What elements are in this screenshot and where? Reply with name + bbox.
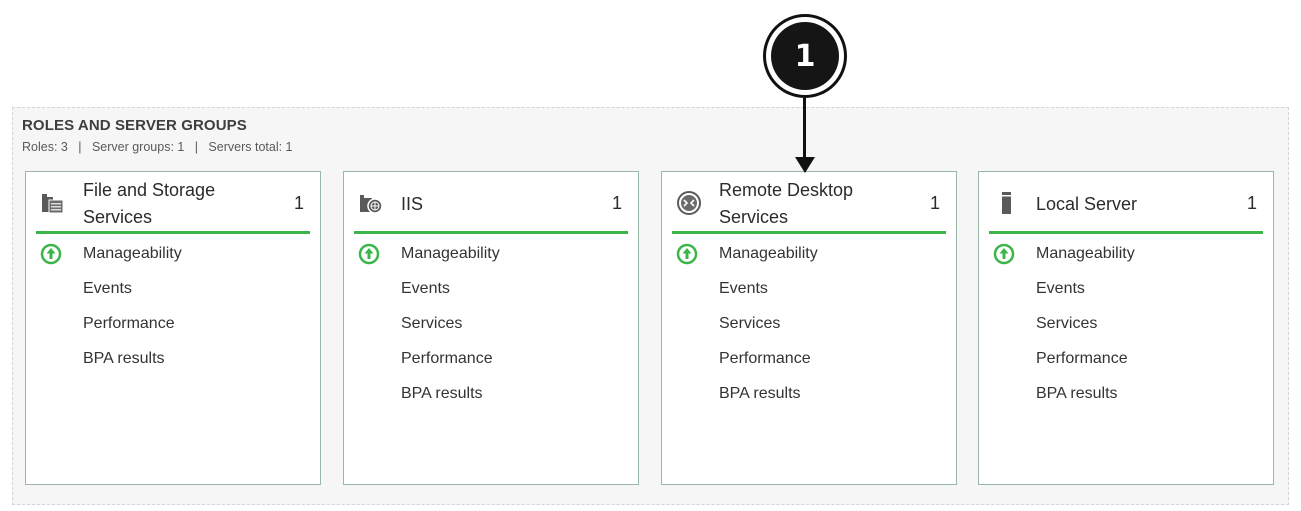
row-manageability[interactable]: Manageability [719, 244, 818, 264]
tile-header[interactable]: Local Server 1 [979, 172, 1273, 234]
file-storage-icon [40, 190, 66, 216]
callout-arrow-head [795, 157, 815, 173]
row-manageability[interactable]: Manageability [401, 244, 500, 264]
up-arrow-status-icon [358, 243, 380, 265]
tile-title-line2[interactable]: Services [83, 204, 273, 231]
row-events[interactable]: Events [719, 279, 768, 299]
status-bar [989, 231, 1263, 234]
up-arrow-status-icon [40, 243, 62, 265]
row-performance[interactable]: Performance [1036, 349, 1128, 369]
row-events[interactable]: Events [401, 279, 450, 299]
row-bpa-results[interactable]: BPA results [401, 384, 483, 404]
server-icon [993, 190, 1019, 216]
row-manageability[interactable]: Manageability [1036, 244, 1135, 264]
tile-remote-desktop-services[interactable]: Remote Desktop Services 1 Manageability … [661, 171, 957, 485]
section-summary: Roles: 3 | Server groups: 1 | Servers to… [22, 140, 293, 154]
section-title: ROLES AND SERVER GROUPS [22, 117, 247, 134]
status-bar [672, 231, 946, 234]
row-manageability[interactable]: Manageability [83, 244, 182, 264]
tile-iis[interactable]: IIS 1 Manageability Events Services Perf… [343, 171, 639, 485]
tile-title-line2[interactable]: Services [719, 204, 909, 231]
tile-file-and-storage-services[interactable]: File and Storage Services 1 Manageabilit… [25, 171, 321, 485]
tile-title-line1[interactable]: File and Storage [83, 177, 273, 204]
row-events[interactable]: Events [83, 279, 132, 299]
row-services[interactable]: Services [719, 314, 780, 334]
up-arrow-status-icon [676, 243, 698, 265]
tile-count[interactable]: 1 [294, 193, 304, 214]
row-performance[interactable]: Performance [401, 349, 493, 369]
remote-desktop-icon [676, 190, 702, 216]
tile-title-line1[interactable]: Remote Desktop [719, 177, 909, 204]
row-performance[interactable]: Performance [719, 349, 811, 369]
row-services[interactable]: Services [1036, 314, 1097, 334]
tile-count[interactable]: 1 [930, 193, 940, 214]
tile-header[interactable]: File and Storage Services 1 [26, 172, 320, 234]
tile-header[interactable]: Remote Desktop Services 1 [662, 172, 956, 234]
row-bpa-results[interactable]: BPA results [83, 349, 165, 369]
tile-title-line1[interactable]: Local Server [1036, 191, 1226, 218]
up-arrow-status-icon [993, 243, 1015, 265]
tile-local-server[interactable]: Local Server 1 Manageability Events Serv… [978, 171, 1274, 485]
row-events[interactable]: Events [1036, 279, 1085, 299]
tile-title-line1[interactable]: IIS [401, 191, 591, 218]
tile-count[interactable]: 1 [612, 193, 622, 214]
tile-header[interactable]: IIS 1 [344, 172, 638, 234]
row-bpa-results[interactable]: BPA results [1036, 384, 1118, 404]
status-bar [36, 231, 310, 234]
row-services[interactable]: Services [401, 314, 462, 334]
tile-count[interactable]: 1 [1247, 193, 1257, 214]
callout-label: 1 [771, 22, 839, 90]
status-bar [354, 231, 628, 234]
row-performance[interactable]: Performance [83, 314, 175, 334]
row-bpa-results[interactable]: BPA results [719, 384, 801, 404]
iis-icon [358, 190, 384, 216]
callout-badge: 1 [763, 14, 847, 98]
callout-arrow-line [803, 98, 806, 160]
